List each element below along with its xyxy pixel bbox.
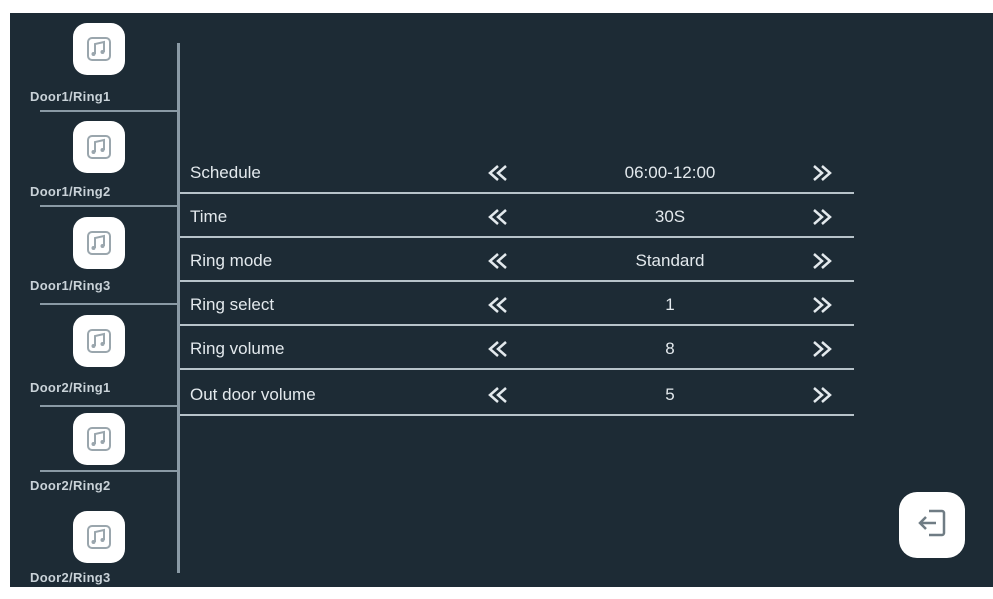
double-chevron-right-icon[interactable]: [810, 294, 834, 316]
setting-value: 1: [665, 295, 675, 314]
setting-value: 30S: [654, 207, 686, 226]
sidebar-item-label: Door1/Ring3: [30, 278, 111, 293]
double-chevron-left-icon[interactable]: [486, 294, 510, 316]
double-chevron-right-icon[interactable]: [810, 338, 834, 360]
sidebar-item-door2-ring1[interactable]: Door2/Ring1: [10, 305, 180, 399]
double-chevron-right-icon[interactable]: [810, 162, 834, 184]
sidebar-item-door1-ring1[interactable]: Door1/Ring1: [10, 13, 180, 107]
music-note-icon: [73, 413, 125, 465]
setting-label: Ring volume: [190, 339, 285, 358]
setting-label: Out door volume: [190, 385, 316, 404]
double-chevron-right-icon[interactable]: [810, 250, 834, 272]
setting-label: Ring select: [190, 295, 275, 314]
row-divider: [180, 368, 854, 370]
music-note-icon: [73, 23, 125, 75]
sidebar-separator: [40, 470, 177, 472]
double-chevron-right-icon[interactable]: [810, 206, 834, 228]
row-divider: [180, 414, 854, 416]
music-note-icon: [73, 217, 125, 269]
setting-value: 8: [665, 339, 675, 358]
sidebar-item-label: Door2/Ring2: [30, 478, 111, 493]
exit-door-icon: [914, 505, 950, 546]
setting-row-ring-select: Ring select 1: [180, 282, 854, 326]
intercom-screen: Door1/Ring1 Door1/Ring2 Door1/Ring3 Door…: [10, 13, 993, 587]
sidebar-item-label: Door2/Ring1: [30, 380, 111, 395]
setting-row-ring-volume: Ring volume 8: [180, 326, 854, 370]
exit-button[interactable]: [899, 492, 965, 558]
setting-value: 5: [665, 385, 675, 404]
sidebar-item-door2-ring2[interactable]: Door2/Ring2: [10, 405, 180, 499]
music-note-icon: [73, 121, 125, 173]
ring-sidebar: Door1/Ring1 Door1/Ring2 Door1/Ring3 Door…: [10, 13, 180, 587]
double-chevron-left-icon[interactable]: [486, 384, 510, 406]
sidebar-item-door1-ring2[interactable]: Door1/Ring2: [10, 111, 180, 205]
music-note-icon: [73, 511, 125, 563]
double-chevron-left-icon[interactable]: [486, 338, 510, 360]
sidebar-item-door1-ring3[interactable]: Door1/Ring3: [10, 207, 180, 301]
setting-label: Ring mode: [190, 251, 273, 270]
sidebar-item-label: Door2/Ring3: [30, 570, 111, 585]
sidebar-item-label: Door1/Ring1: [30, 89, 111, 104]
setting-value: 06:00-12:00: [624, 163, 716, 182]
setting-row-time: Time 30S: [180, 194, 854, 238]
double-chevron-left-icon[interactable]: [486, 250, 510, 272]
setting-row-schedule: Schedule 06:00-12:00: [180, 150, 854, 194]
setting-value: Standard: [635, 251, 705, 270]
sidebar-item-label: Door1/Ring2: [30, 184, 111, 199]
setting-label: Schedule: [190, 163, 261, 182]
double-chevron-left-icon[interactable]: [486, 206, 510, 228]
double-chevron-left-icon[interactable]: [486, 162, 510, 184]
setting-row-ring-mode: Ring mode Standard: [180, 238, 854, 282]
sidebar-item-door2-ring3[interactable]: Door2/Ring3: [10, 505, 180, 599]
setting-label: Time: [190, 207, 228, 226]
double-chevron-right-icon[interactable]: [810, 384, 834, 406]
setting-row-out-door-volume: Out door volume 5: [180, 372, 854, 416]
music-note-icon: [73, 315, 125, 367]
